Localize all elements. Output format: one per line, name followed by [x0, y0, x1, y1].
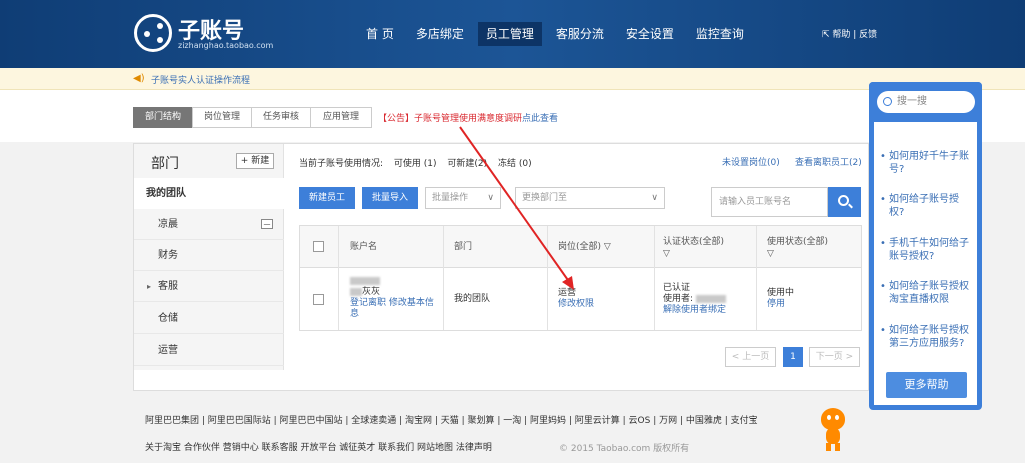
speaker-icon: ◀): [133, 73, 145, 84]
tab-app-management[interactable]: 应用管理: [310, 107, 372, 128]
department-cell: 我的团队: [454, 294, 491, 304]
mascot-icon: [818, 408, 848, 452]
bulk-import-button[interactable]: 批量导入: [362, 187, 418, 209]
collapse-icon[interactable]: —: [261, 219, 273, 229]
select-all-checkbox[interactable]: [313, 241, 324, 252]
help-article-link[interactable]: 如何给子账号授权?: [880, 193, 970, 219]
row-checkbox[interactable]: [313, 294, 324, 305]
logo-icon[interactable]: [134, 14, 172, 52]
main-nav: 首 页 多店绑定 员工管理 客服分流 安全设置 监控查询: [358, 22, 758, 46]
no-position-link[interactable]: 未设置岗位(0): [722, 155, 780, 168]
resigned-employees-link[interactable]: 查看离职员工(2): [795, 155, 862, 168]
department-title: 部门: [151, 156, 179, 172]
department-item[interactable]: 仓储: [134, 303, 284, 334]
help-article-link[interactable]: 手机千牛如何给子账号授权?: [880, 237, 970, 263]
position-cell: 运营 修改权限: [558, 288, 595, 309]
change-department-select[interactable]: 更换部门至 ∨: [515, 187, 665, 209]
usage-cell: 使用中 停用: [767, 288, 795, 309]
announcement: 【公告】子账号管理使用满意度调研点此查看: [378, 114, 559, 124]
tab-position-management[interactable]: 岗位管理: [192, 107, 252, 128]
announcement-link[interactable]: 点此查看: [522, 114, 558, 124]
prev-page-button[interactable]: < 上一页: [725, 347, 776, 367]
account-cell: 灰灰 登记离职 修改基本信息: [350, 276, 438, 320]
search-icon: [883, 97, 892, 106]
account-actions-link[interactable]: 登记离职 修改基本信息: [350, 298, 434, 319]
employee-table: 账户名 部门 岗位(全部) ▽ 认证状态(全部) ▽ 使用状态(全部) ▽ 灰灰 登…: [299, 225, 862, 331]
account-usage-status: 当前子账号使用情况: 可使用 (1) 可新建(2) 冻结 (0): [299, 159, 532, 169]
search-button[interactable]: [828, 187, 861, 217]
filter-icon[interactable]: ▽: [767, 249, 774, 259]
disable-link[interactable]: 停用: [767, 299, 785, 309]
nav-customer-service[interactable]: 客服分流: [548, 22, 612, 46]
help-article-link[interactable]: 如何给子账号授权淘宝直播权限: [880, 280, 970, 306]
next-page-button[interactable]: 下一页 >: [809, 347, 860, 367]
column-department: 部门: [454, 242, 473, 252]
new-employee-button[interactable]: 新建员工: [299, 187, 355, 209]
chevron-down-icon: ∨: [651, 193, 658, 203]
footer-links-secondary[interactable]: 关于淘宝 合作伙伴 营销中心 联系客服 开放平台 诚征英才 联系我们 网站地图 …: [145, 440, 492, 453]
copyright-text: © 2015 Taobao.com 版权所有: [559, 444, 690, 454]
department-item[interactable]: 财务: [134, 240, 284, 271]
new-department-button[interactable]: + 新建: [236, 153, 274, 169]
help-feedback-link[interactable]: ⇱ 帮助 | 反馈: [822, 27, 877, 40]
department-item[interactable]: 凉晨 —: [134, 209, 284, 240]
department-item[interactable]: 运营: [134, 335, 284, 366]
column-position[interactable]: 岗位(全部) ▽: [558, 241, 611, 253]
footer-links[interactable]: 阿里巴巴集团 | 阿里巴巴国际站 | 阿里巴巴中国站 | 全球速卖通 | 淘宝网…: [145, 413, 758, 426]
column-account: 账户名: [350, 242, 378, 252]
redacted-text: [350, 276, 380, 285]
edit-permission-link[interactable]: 修改权限: [558, 299, 594, 309]
bulk-operation-select[interactable]: 批量操作 ∨: [425, 187, 501, 209]
more-help-button[interactable]: 更多帮助: [886, 372, 967, 398]
external-link-icon: ⇱: [822, 30, 833, 40]
help-search-input[interactable]: 搜一搜: [877, 91, 975, 113]
auth-cell: 已认证 使用者: 解除使用者绑定: [663, 283, 727, 315]
filter-icon[interactable]: ▽: [663, 249, 670, 259]
column-usage-status[interactable]: 使用状态(全部) ▽: [767, 236, 828, 260]
column-auth-status[interactable]: 认证状态(全部) ▽: [663, 236, 724, 260]
help-article-link[interactable]: 如何给子账号授权第三方应用服务?: [880, 324, 970, 350]
chevron-down-icon: ∨: [487, 193, 494, 203]
employee-search-input[interactable]: 请输入员工账号名: [711, 187, 828, 217]
unbind-user-link[interactable]: 解除使用者绑定: [663, 305, 726, 315]
tab-department-structure[interactable]: 部门结构: [133, 107, 193, 128]
notice-link[interactable]: 子账号实人认证操作流程: [151, 73, 250, 86]
tab-task-review[interactable]: 任务审核: [251, 107, 311, 128]
department-item[interactable]: ▸ 客服: [134, 271, 284, 302]
nav-monitoring[interactable]: 监控查询: [688, 22, 752, 46]
help-article-link[interactable]: 如何用好千牛子账号?: [880, 150, 970, 176]
expand-arrow-icon[interactable]: ▸: [147, 271, 151, 302]
logo-subtitle: zizhanghao.taobao.com: [178, 41, 274, 50]
filter-icon[interactable]: ▽: [604, 242, 611, 252]
nav-security[interactable]: 安全设置: [618, 22, 682, 46]
nav-employee-management[interactable]: 员工管理: [477, 22, 542, 46]
nav-home[interactable]: 首 页: [358, 22, 402, 46]
nav-multi-shop[interactable]: 多店绑定: [408, 22, 472, 46]
page-number-button[interactable]: 1: [783, 347, 803, 367]
department-team[interactable]: 我的团队: [134, 178, 284, 209]
